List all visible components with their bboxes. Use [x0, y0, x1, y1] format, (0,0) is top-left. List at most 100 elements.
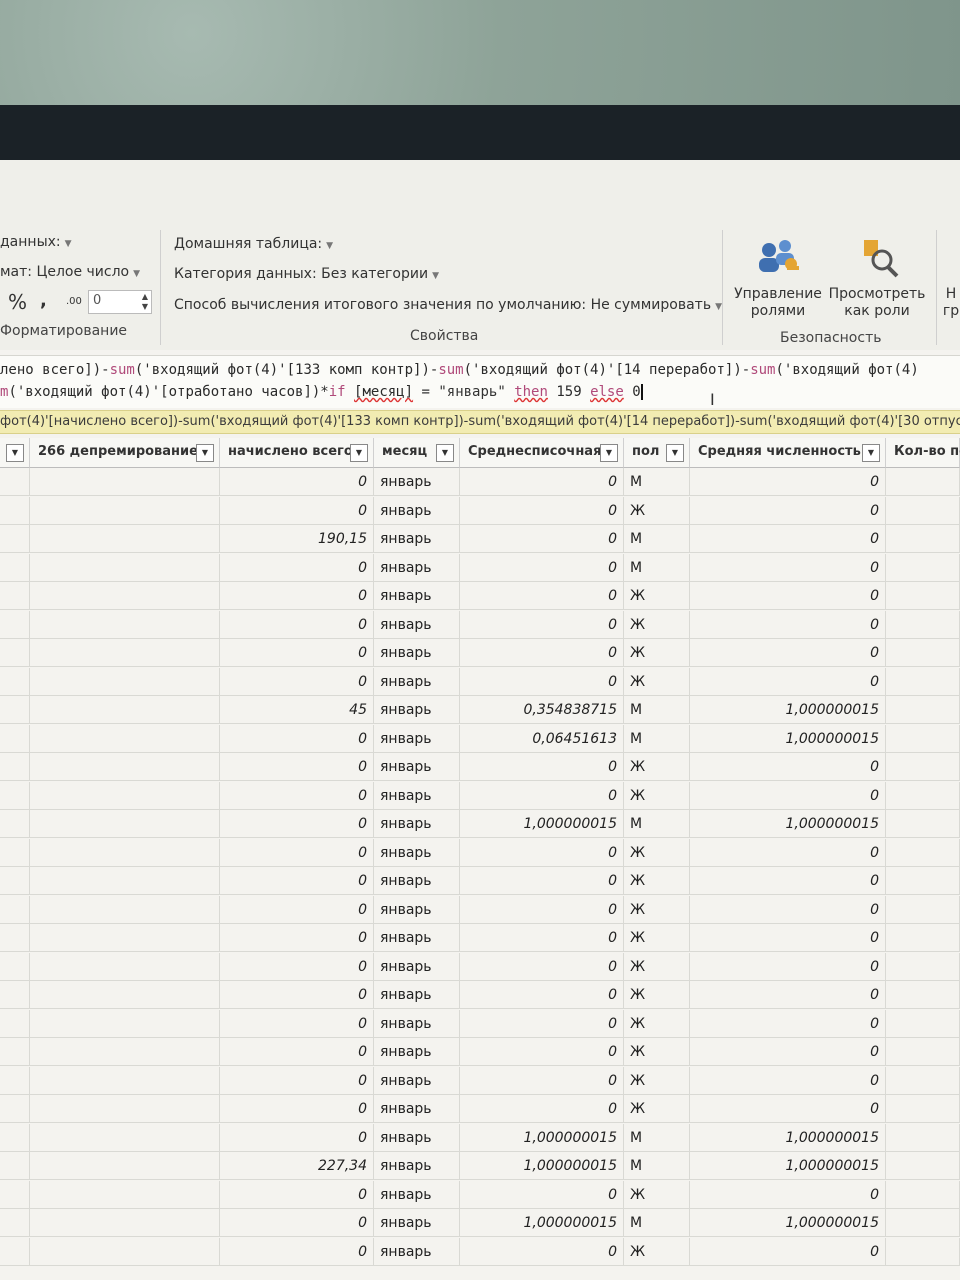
cell-srednyaya-chislennost[interactable]: 1,000000015 — [690, 1123, 886, 1152]
cell-mesyats[interactable]: январь — [374, 525, 460, 553]
cell-mesyats[interactable]: январь — [374, 952, 460, 981]
cell-srednespisochnaya[interactable]: 0 — [460, 981, 624, 1009]
cell-depremirovanie[interactable] — [30, 525, 220, 553]
cell-kolvo[interactable] — [886, 496, 960, 525]
cell-srednyaya-chislennost[interactable]: 0 — [690, 924, 886, 952]
cell-pol[interactable]: М — [624, 468, 690, 496]
cell-pol[interactable]: Ж — [624, 496, 690, 525]
cell-srednespisochnaya[interactable]: 0,354838715 — [460, 696, 624, 724]
table-row[interactable]: 0 январь 0 М 0 — [0, 468, 960, 496]
cell-prev[interactable] — [0, 582, 30, 610]
cell-srednyaya-chislennost[interactable]: 0 — [690, 753, 886, 781]
cell-srednespisochnaya[interactable]: 1,000000015 — [460, 1209, 624, 1237]
cell-pol[interactable]: Ж — [624, 639, 690, 667]
cell-srednyaya-chislennost[interactable]: 0 — [690, 667, 886, 696]
cell-srednespisochnaya[interactable]: 0 — [460, 838, 624, 867]
cell-nachisleno[interactable]: 0 — [220, 981, 374, 1009]
table-row[interactable]: 0 январь 0 Ж 0 — [0, 496, 960, 525]
table-row[interactable]: 0 январь 1,000000015 М 1,000000015 — [0, 1123, 960, 1152]
cell-mesyats[interactable]: январь — [374, 753, 460, 781]
cell-depremirovanie[interactable] — [30, 1038, 220, 1066]
cell-depremirovanie[interactable] — [30, 1009, 220, 1038]
table-row[interactable]: 0 январь 0 Ж 0 — [0, 1038, 960, 1066]
cell-mesyats[interactable]: январь — [374, 810, 460, 838]
cell-mesyats[interactable]: январь — [374, 667, 460, 696]
cell-pol[interactable]: М — [624, 1123, 690, 1152]
filter-dropdown-icon[interactable]: ▼ — [666, 444, 684, 462]
cell-prev[interactable] — [0, 1095, 30, 1123]
cell-kolvo[interactable] — [886, 1066, 960, 1095]
filter-dropdown-icon[interactable]: ▼ — [600, 444, 618, 462]
cell-nachisleno[interactable]: 0 — [220, 952, 374, 981]
table-row[interactable]: 0 январь 0 М 0 — [0, 553, 960, 582]
cell-depremirovanie[interactable] — [30, 810, 220, 838]
cell-pol[interactable]: Ж — [624, 867, 690, 895]
cell-prev[interactable] — [0, 753, 30, 781]
cell-nachisleno[interactable]: 0 — [220, 1095, 374, 1123]
cell-srednespisochnaya[interactable]: 0 — [460, 553, 624, 582]
cell-nachisleno[interactable]: 45 — [220, 696, 374, 724]
decimal-button[interactable]: .00 — [66, 296, 82, 307]
cell-nachisleno[interactable]: 0 — [220, 553, 374, 582]
cell-kolvo[interactable] — [886, 981, 960, 1009]
cell-depremirovanie[interactable] — [30, 610, 220, 639]
cell-kolvo[interactable] — [886, 525, 960, 553]
cell-prev[interactable] — [0, 781, 30, 810]
table-row[interactable]: 0 январь 0 Ж 0 — [0, 867, 960, 895]
cell-depremirovanie[interactable] — [30, 924, 220, 952]
table-row[interactable]: 45 январь 0,354838715 М 1,000000015 — [0, 696, 960, 724]
spinner-icon[interactable]: ▲ ▼ — [142, 292, 148, 312]
cell-mesyats[interactable]: январь — [374, 1180, 460, 1209]
cell-mesyats[interactable]: январь — [374, 981, 460, 1009]
cell-pol[interactable]: Ж — [624, 667, 690, 696]
cell-depremirovanie[interactable] — [30, 781, 220, 810]
view-as-roles-button[interactable]: Просмотреть как роли — [826, 286, 928, 320]
filter-dropdown-icon[interactable]: ▼ — [196, 444, 214, 462]
cell-srednyaya-chislennost[interactable]: 1,000000015 — [690, 810, 886, 838]
column-header-srednyaya-chislennost[interactable]: Средняя численность ▼ — [690, 438, 886, 468]
cell-srednespisochnaya[interactable]: 1,000000015 — [460, 1123, 624, 1152]
cell-mesyats[interactable]: январь — [374, 1152, 460, 1180]
cell-prev[interactable] — [0, 667, 30, 696]
filter-dropdown-icon[interactable]: ▼ — [862, 444, 880, 462]
data-category-dropdown[interactable]: Категория данных: Без категории ▼ — [174, 266, 439, 282]
cell-pol[interactable]: Ж — [624, 924, 690, 952]
cell-srednyaya-chislennost[interactable]: 1,000000015 — [690, 696, 886, 724]
cell-nachisleno[interactable]: 0 — [220, 895, 374, 924]
table-row[interactable]: 0 январь 0 Ж 0 — [0, 639, 960, 667]
cell-mesyats[interactable]: январь — [374, 696, 460, 724]
cell-depremirovanie[interactable] — [30, 582, 220, 610]
cell-prev[interactable] — [0, 1009, 30, 1038]
cell-nachisleno[interactable]: 0 — [220, 1180, 374, 1209]
cell-nachisleno[interactable]: 0 — [220, 1123, 374, 1152]
cell-nachisleno[interactable]: 0 — [220, 781, 374, 810]
cell-srednespisochnaya[interactable]: 0 — [460, 1237, 624, 1266]
cell-srednespisochnaya[interactable]: 0 — [460, 1009, 624, 1038]
cell-mesyats[interactable]: январь — [374, 724, 460, 753]
cell-pol[interactable]: Ж — [624, 1038, 690, 1066]
cell-kolvo[interactable] — [886, 1152, 960, 1180]
cell-nachisleno[interactable]: 0 — [220, 582, 374, 610]
cell-srednyaya-chislennost[interactable]: 1,000000015 — [690, 724, 886, 753]
cell-srednespisochnaya[interactable]: 0 — [460, 1180, 624, 1209]
cell-nachisleno[interactable]: 0 — [220, 924, 374, 952]
cell-pol[interactable]: М — [624, 553, 690, 582]
cell-prev[interactable] — [0, 1237, 30, 1266]
cell-srednyaya-chislennost[interactable]: 0 — [690, 525, 886, 553]
cell-srednespisochnaya[interactable]: 0 — [460, 753, 624, 781]
cell-pol[interactable]: М — [624, 1209, 690, 1237]
cell-depremirovanie[interactable] — [30, 553, 220, 582]
cell-nachisleno[interactable]: 227,34 — [220, 1152, 374, 1180]
cell-prev[interactable] — [0, 810, 30, 838]
cell-kolvo[interactable] — [886, 838, 960, 867]
cell-nachisleno[interactable]: 0 — [220, 753, 374, 781]
column-header-kolvo[interactable]: Кол-во по — [886, 438, 960, 468]
cell-kolvo[interactable] — [886, 696, 960, 724]
cell-depremirovanie[interactable] — [30, 696, 220, 724]
cell-srednespisochnaya[interactable]: 1,000000015 — [460, 1152, 624, 1180]
data-type-dropdown[interactable]: данных: ▼ — [0, 234, 72, 250]
cell-kolvo[interactable] — [886, 553, 960, 582]
cell-mesyats[interactable]: январь — [374, 895, 460, 924]
cell-kolvo[interactable] — [886, 1237, 960, 1266]
cell-depremirovanie[interactable] — [30, 895, 220, 924]
